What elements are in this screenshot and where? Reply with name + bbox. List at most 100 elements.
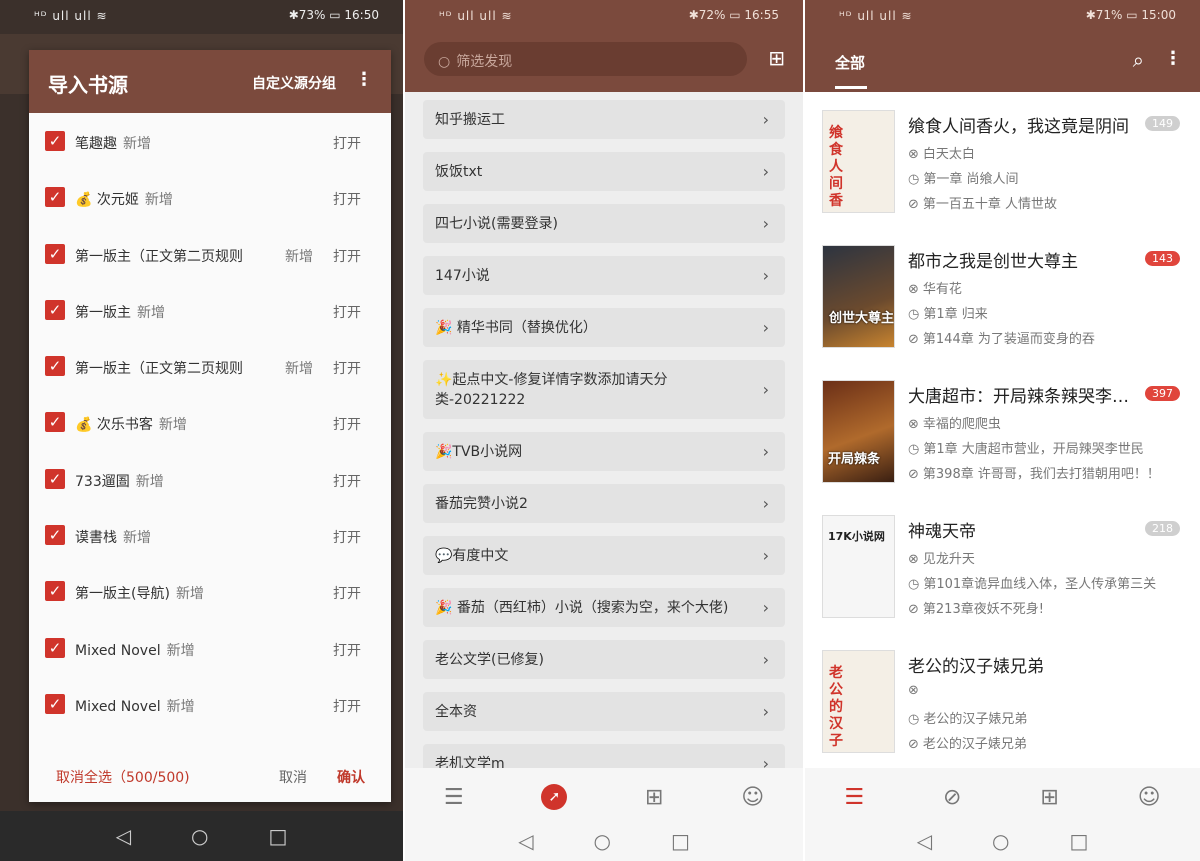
checkbox[interactable]: ✓ [45, 131, 65, 151]
list-item[interactable]: 知乎搬运工 › [423, 100, 785, 139]
recent-apps-icon[interactable]: □ [1069, 829, 1088, 853]
open-button[interactable]: 打开 [333, 527, 361, 547]
open-button[interactable]: 打开 [333, 640, 361, 660]
open-button[interactable]: 打开 [333, 471, 361, 491]
back-icon[interactable]: ◁ [917, 829, 932, 853]
list-item[interactable]: ✓ Mixed Novel 新增 打开 [29, 676, 391, 732]
source-name: 🎉 精华书同（替换优化） [435, 320, 597, 336]
deselect-all-button[interactable]: 取消全选（500/500) [56, 767, 190, 787]
checkbox[interactable]: ✓ [45, 187, 65, 208]
list-item[interactable]: 番茄完赞小说2 › [423, 484, 785, 523]
bottom-nav: ☰ ⊘ ⊞ ☺ [805, 768, 1200, 826]
book-item[interactable]: 17K小说网 神魂天帝 218 ⊗ 见龙升天 ◷ 第101章诡异血线入体，圣人传承第… [805, 505, 1200, 640]
checkbox[interactable]: ✓ [45, 637, 65, 658]
list-item[interactable]: ✓ 第一版主 新增 打开 [29, 282, 391, 338]
more-vertical-icon[interactable]: ⋮ [355, 69, 373, 90]
list-item[interactable]: ✓ 733遛圄 新增 打开 [29, 451, 391, 507]
explore-icon[interactable]: ➚ [541, 784, 568, 810]
list-item[interactable]: 全本资 › [423, 692, 785, 731]
home-icon[interactable]: ○ [992, 829, 1009, 853]
book-item[interactable]: 老公的汉子 老公的汉子婊兄弟 ⊗ ◷ 老公的汉子婊兄弟 ⊘ 老公的汉子婊兄弟 [805, 640, 1200, 775]
book-item[interactable]: 创世大尊主 都市之我是创世大尊主 143 ⊗ 华有花 ◷ 第1章 归来 ⊘ 第144章… [805, 235, 1200, 370]
bookshelf-icon[interactable]: ☰ [844, 785, 864, 810]
status-bar: ᴴᴰ ull ull ≋ ✱73% ▭ 16:50 [0, 0, 403, 34]
new-tag: 新增 [137, 304, 165, 321]
cover-title: 开局辣条 [828, 452, 881, 467]
open-button[interactable]: 打开 [333, 133, 361, 153]
open-button[interactable]: 打开 [333, 696, 361, 716]
book-item[interactable]: 开局辣条 大唐超市：开局辣条辣哭李… 397 ⊗ 幸福的爬爬虫 ◷ 第1章 大唐超市… [805, 370, 1200, 505]
dialog-title: 导入书源 [48, 73, 128, 97]
confirm-button[interactable]: 确认 [337, 767, 365, 787]
list-item[interactable]: ✓ 第一版主(导航) 新增 打开 [29, 563, 391, 619]
list-item[interactable]: 147小说 › [423, 256, 785, 295]
list-item[interactable]: 老公文学(已修复) › [423, 640, 785, 679]
profile-icon[interactable]: ☺ [741, 785, 764, 810]
panel-divider [403, 0, 405, 861]
book-author: 见龙升天 [922, 552, 975, 567]
search-icon[interactable]: ⌕ [1133, 48, 1144, 72]
checkbox[interactable]: ✓ [45, 299, 65, 320]
list-item[interactable]: 四七小说(需要登录) › [423, 204, 785, 243]
recent-apps-icon[interactable]: □ [268, 824, 287, 848]
list-item[interactable]: ✓ 💰 次元姬 新增 打开 [29, 169, 391, 225]
group-icon[interactable]: ⊞ [768, 46, 785, 70]
latest-icon: ⊘ [908, 467, 919, 482]
home-icon[interactable]: ○ [191, 824, 208, 848]
source-name: 🎉 番茄（西红柿）小说（搜索为空，来个大佬) [435, 600, 729, 616]
list-item[interactable]: ✓ 谟書栈 新增 打开 [29, 507, 391, 563]
list-item[interactable]: ✓ 笔趣趣 新增 打开 [29, 113, 391, 169]
list-item[interactable]: ✨起点中文-修复详情字数添加请天分类-20221222 › [423, 360, 785, 419]
checkbox[interactable]: ✓ [45, 581, 65, 602]
cover-title: 17K小说网 [828, 530, 885, 543]
cancel-button[interactable]: 取消 [279, 767, 307, 787]
signal-icons: ᴴᴰ ull ull ≋ [839, 9, 913, 23]
open-button[interactable]: 打开 [333, 358, 361, 378]
checkbox[interactable]: ✓ [45, 412, 65, 433]
list-item[interactable]: 饭饭txt › [423, 152, 785, 191]
list-item[interactable]: 🎉 精华书同（替换优化） › [423, 308, 785, 347]
status-bar: ᴴᴰ ull ull ≋ ✱71% ▭ 15:00 [805, 0, 1200, 34]
more-vertical-icon[interactable]: ⋮ [1164, 48, 1182, 69]
source-name: 733遛圄 [75, 473, 130, 490]
list-item[interactable]: ✓ Mixed Novel 新增 打开 [29, 620, 391, 676]
back-icon[interactable]: ◁ [518, 829, 533, 853]
open-button[interactable]: 打开 [333, 246, 361, 266]
list-item[interactable]: ✓ 💰 次乐书客 新增 打开 [29, 394, 391, 450]
bookshelf-icon[interactable]: ☰ [444, 785, 464, 810]
filter-search-input[interactable]: ○ 筛选发现 [424, 42, 747, 76]
open-button[interactable]: 打开 [333, 302, 361, 322]
source-name: 番茄完赞小说2 [435, 496, 528, 512]
recent-apps-icon[interactable]: □ [671, 829, 690, 853]
list-item[interactable]: 🎉TVB小说网 › [423, 432, 785, 471]
back-icon[interactable]: ◁ [116, 824, 131, 848]
list-item[interactable]: ✓ 第一版主（正文第二页规则 新增 打开 [29, 226, 391, 282]
bookmark-icon[interactable]: ⊞ [1040, 785, 1058, 810]
explore-icon[interactable]: ⊘ [943, 785, 961, 810]
latest-icon: ⊘ [908, 737, 919, 752]
list-item[interactable]: 🎉 番茄（西红柿）小说（搜索为空，来个大佬) › [423, 588, 785, 627]
list-item[interactable]: ✓ 第一版主（正文第二页规则 新增 打开 [29, 338, 391, 394]
checkbox[interactable]: ✓ [45, 356, 65, 377]
profile-icon[interactable]: ☺ [1138, 785, 1161, 810]
author-icon: ⊗ [908, 282, 919, 297]
book-item[interactable]: 飨食人间香 飨食人间香火，我这竟是阴间 149 ⊗ 白天太白 ◷ 第一章 尚飨人间 … [805, 100, 1200, 235]
new-tag: 新增 [123, 136, 151, 152]
dialog-header: 导入书源 自定义源分组 ⋮ [29, 50, 391, 113]
checkbox[interactable]: ✓ [45, 243, 65, 264]
tab-all[interactable]: 全部 [835, 52, 865, 73]
checkbox[interactable]: ✓ [45, 525, 65, 546]
clock-icon: ◷ [908, 577, 920, 592]
checkbox[interactable]: ✓ [45, 693, 65, 714]
open-button[interactable]: 打开 [333, 189, 361, 209]
checkbox[interactable]: ✓ [45, 468, 65, 489]
new-tag: 新增 [175, 586, 204, 603]
bookmark-icon[interactable]: ⊞ [645, 785, 663, 810]
home-icon[interactable]: ○ [594, 829, 611, 853]
custom-group-button[interactable]: 自定义源分组 [252, 73, 336, 93]
latest-icon: ⊘ [908, 602, 919, 617]
open-button[interactable]: 打开 [333, 414, 361, 434]
list-item[interactable]: 💬有度中文 › [423, 536, 785, 575]
bottom-nav: ☰ ➚ ⊞ ☺ [405, 768, 803, 826]
open-button[interactable]: 打开 [333, 583, 361, 603]
